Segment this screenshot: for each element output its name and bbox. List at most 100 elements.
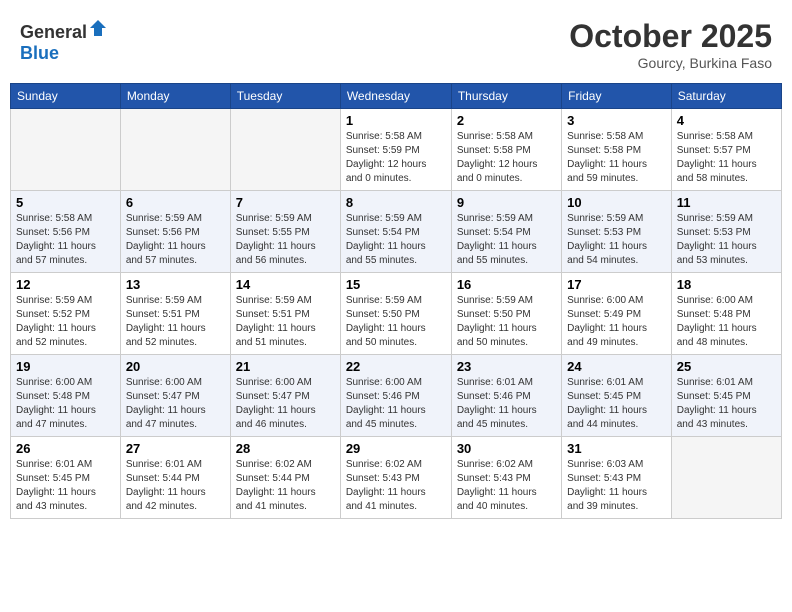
calendar-cell: 1Sunrise: 5:58 AM Sunset: 5:59 PM Daylig…	[340, 109, 451, 191]
calendar-cell: 8 Sunrise: 5:59 AM Sunset: 5:54 PM Daylig…	[340, 191, 451, 273]
day-info: Sunrise: 6:00 AM Sunset: 5:48 PM Dayligh…	[677, 294, 776, 350]
calendar-cell: 19 Sunrise: 6:00 AM Sunset: 5:48 PM Dayli…	[11, 355, 121, 437]
weekday-header-monday: Monday	[120, 84, 230, 109]
calendar-cell: 31Sunrise: 6:03 AM Sunset: 5:43 PM Dayli…	[562, 437, 672, 519]
day-number: 28	[236, 441, 335, 456]
calendar-cell	[11, 109, 121, 191]
day-info: Sunrise: 5:59 AM Sunset: 5:50 PM Dayligh…	[457, 294, 556, 350]
day-info: Sunrise: 6:02 AM Sunset: 5:43 PM Dayligh…	[457, 458, 556, 514]
day-info: Sunrise: 5:59 AM Sunset: 5:51 PM Dayligh…	[236, 294, 335, 350]
day-number: 17	[567, 277, 666, 292]
weekday-header-saturday: Saturday	[671, 84, 781, 109]
logo-text: General Blue	[20, 18, 108, 64]
day-number: 26	[16, 441, 115, 456]
day-number: 16	[457, 277, 556, 292]
day-number: 24	[567, 359, 666, 374]
day-number: 19	[16, 359, 115, 374]
day-info: Sunrise: 5:59 AM Sunset: 5:54 PM Dayligh…	[346, 212, 446, 268]
logo-blue: Blue	[20, 43, 59, 63]
day-number: 23	[457, 359, 556, 374]
calendar-cell: 14 Sunrise: 5:59 AM Sunset: 5:51 PM Dayli…	[230, 273, 340, 355]
logo-icon	[88, 18, 108, 38]
calendar-cell: 16 Sunrise: 5:59 AM Sunset: 5:50 PM Dayli…	[451, 273, 561, 355]
day-number: 13	[126, 277, 225, 292]
calendar-cell: 25 Sunrise: 6:01 AM Sunset: 5:45 PM Dayli…	[671, 355, 781, 437]
day-number: 12	[16, 277, 115, 292]
day-info: Sunrise: 6:01 AM Sunset: 5:45 PM Dayligh…	[567, 376, 666, 432]
day-info: Sunrise: 6:00 AM Sunset: 5:48 PM Dayligh…	[16, 376, 115, 432]
calendar-cell: 11 Sunrise: 5:59 AM Sunset: 5:53 PM Dayli…	[671, 191, 781, 273]
calendar-cell	[120, 109, 230, 191]
calendar-cell: 5 Sunrise: 5:58 AM Sunset: 5:56 PM Daylig…	[11, 191, 121, 273]
day-number: 31	[567, 441, 666, 456]
day-info: Sunrise: 5:58 AM Sunset: 5:56 PM Dayligh…	[16, 212, 115, 268]
calendar-cell	[671, 437, 781, 519]
calendar-cell: 17 Sunrise: 6:00 AM Sunset: 5:49 PM Dayli…	[562, 273, 672, 355]
calendar-cell: 27Sunrise: 6:01 AM Sunset: 5:44 PM Dayli…	[120, 437, 230, 519]
page-header: General Blue October 2025 Gourcy, Burkin…	[10, 10, 782, 75]
day-number: 7	[236, 195, 335, 210]
day-number: 15	[346, 277, 446, 292]
day-number: 8	[346, 195, 446, 210]
day-info: Sunrise: 6:00 AM Sunset: 5:47 PM Dayligh…	[236, 376, 335, 432]
day-info: Sunrise: 6:00 AM Sunset: 5:46 PM Dayligh…	[346, 376, 446, 432]
day-info: Sunrise: 5:58 AM Sunset: 5:58 PM Dayligh…	[457, 130, 556, 186]
day-number: 14	[236, 277, 335, 292]
day-info: Sunrise: 6:01 AM Sunset: 5:46 PM Dayligh…	[457, 376, 556, 432]
calendar-cell: 2 Sunrise: 5:58 AM Sunset: 5:58 PM Daylig…	[451, 109, 561, 191]
calendar-week-row: 26 Sunrise: 6:01 AM Sunset: 5:45 PM Dayli…	[11, 437, 782, 519]
day-info: Sunrise: 5:58 AM Sunset: 5:58 PM Dayligh…	[567, 130, 666, 186]
calendar-week-row: 1Sunrise: 5:58 AM Sunset: 5:59 PM Daylig…	[11, 109, 782, 191]
day-number: 29	[346, 441, 446, 456]
day-number: 3	[567, 113, 666, 128]
weekday-header-sunday: Sunday	[11, 84, 121, 109]
calendar-cell: 18 Sunrise: 6:00 AM Sunset: 5:48 PM Dayli…	[671, 273, 781, 355]
title-block: October 2025 Gourcy, Burkina Faso	[569, 18, 772, 71]
day-number: 2	[457, 113, 556, 128]
day-number: 4	[677, 113, 776, 128]
day-info: Sunrise: 6:02 AM Sunset: 5:44 PM Dayligh…	[236, 458, 335, 514]
location: Gourcy, Burkina Faso	[569, 55, 772, 71]
day-info: Sunrise: 5:58 AM Sunset: 5:59 PM Dayligh…	[346, 130, 446, 186]
day-number: 25	[677, 359, 776, 374]
day-info: Sunrise: 5:59 AM Sunset: 5:55 PM Dayligh…	[236, 212, 335, 268]
calendar-cell: 4Sunrise: 5:58 AM Sunset: 5:57 PM Daylig…	[671, 109, 781, 191]
calendar-week-row: 12Sunrise: 5:59 AM Sunset: 5:52 PM Dayli…	[11, 273, 782, 355]
day-number: 5	[16, 195, 115, 210]
day-info: Sunrise: 6:00 AM Sunset: 5:49 PM Dayligh…	[567, 294, 666, 350]
day-number: 30	[457, 441, 556, 456]
calendar-cell: 21 Sunrise: 6:00 AM Sunset: 5:47 PM Dayli…	[230, 355, 340, 437]
day-info: Sunrise: 5:59 AM Sunset: 5:53 PM Dayligh…	[677, 212, 776, 268]
day-info: Sunrise: 6:00 AM Sunset: 5:47 PM Dayligh…	[126, 376, 225, 432]
calendar-week-row: 19 Sunrise: 6:00 AM Sunset: 5:48 PM Dayli…	[11, 355, 782, 437]
day-number: 27	[126, 441, 225, 456]
weekday-header-tuesday: Tuesday	[230, 84, 340, 109]
calendar-cell: 26 Sunrise: 6:01 AM Sunset: 5:45 PM Dayli…	[11, 437, 121, 519]
calendar-cell: 22 Sunrise: 6:00 AM Sunset: 5:46 PM Dayli…	[340, 355, 451, 437]
day-info: Sunrise: 6:01 AM Sunset: 5:45 PM Dayligh…	[16, 458, 115, 514]
day-number: 9	[457, 195, 556, 210]
weekday-header-friday: Friday	[562, 84, 672, 109]
day-number: 20	[126, 359, 225, 374]
calendar-cell: 23 Sunrise: 6:01 AM Sunset: 5:46 PM Dayli…	[451, 355, 561, 437]
day-number: 6	[126, 195, 225, 210]
calendar-cell: 28 Sunrise: 6:02 AM Sunset: 5:44 PM Dayli…	[230, 437, 340, 519]
weekday-header-thursday: Thursday	[451, 84, 561, 109]
day-info: Sunrise: 5:59 AM Sunset: 5:54 PM Dayligh…	[457, 212, 556, 268]
day-number: 21	[236, 359, 335, 374]
calendar-cell: 15Sunrise: 5:59 AM Sunset: 5:50 PM Dayli…	[340, 273, 451, 355]
day-number: 22	[346, 359, 446, 374]
calendar-cell: 20 Sunrise: 6:00 AM Sunset: 5:47 PM Dayli…	[120, 355, 230, 437]
logo-general: General	[20, 22, 87, 42]
day-info: Sunrise: 5:59 AM Sunset: 5:53 PM Dayligh…	[567, 212, 666, 268]
day-info: Sunrise: 6:02 AM Sunset: 5:43 PM Dayligh…	[346, 458, 446, 514]
day-info: Sunrise: 5:59 AM Sunset: 5:56 PM Dayligh…	[126, 212, 225, 268]
weekday-header-wednesday: Wednesday	[340, 84, 451, 109]
day-number: 18	[677, 277, 776, 292]
calendar-cell: 13Sunrise: 5:59 AM Sunset: 5:51 PM Dayli…	[120, 273, 230, 355]
day-number: 11	[677, 195, 776, 210]
calendar-cell: 3 Sunrise: 5:58 AM Sunset: 5:58 PM Daylig…	[562, 109, 672, 191]
day-info: Sunrise: 6:01 AM Sunset: 5:45 PM Dayligh…	[677, 376, 776, 432]
calendar-cell: 6 Sunrise: 5:59 AM Sunset: 5:56 PM Daylig…	[120, 191, 230, 273]
calendar-table: SundayMondayTuesdayWednesdayThursdayFrid…	[10, 83, 782, 519]
